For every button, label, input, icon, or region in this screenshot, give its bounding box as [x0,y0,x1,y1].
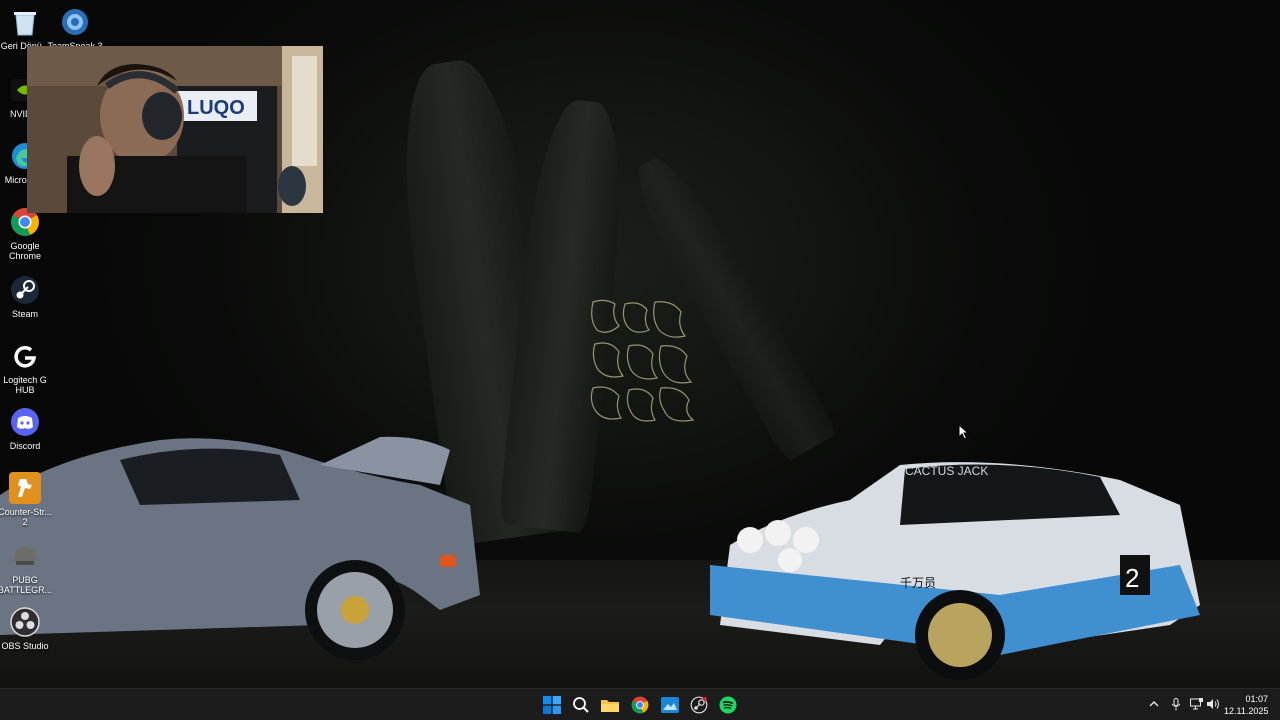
microphone-icon[interactable] [1169,697,1183,711]
start-button[interactable] [540,693,564,717]
recycle-bin-icon [9,6,41,38]
mouse-cursor [958,424,970,440]
desktop-icon-label: Discord [9,441,41,451]
pubg-icon [9,540,41,572]
spotify-taskbar-button[interactable] [716,693,740,717]
taskbar: 01:07 12.11.2025 [0,688,1280,720]
desktop-icon-chrome[interactable]: Google Chrome [0,206,50,261]
desktop-icon-label: OBS Studio [1,641,49,651]
steam-icon [690,696,708,714]
desktop-icon-counter-strike[interactable]: Counter-Str... 2 [0,472,52,527]
file-explorer-button[interactable] [598,693,622,717]
app-taskbar-button[interactable] [658,693,682,717]
folder-icon [601,700,619,712]
spotify-icon [719,696,737,714]
desktop-icon-label: PUBG BATTLEGR... [0,575,53,595]
desktop-icon-teamspeak[interactable]: TeamSpeak 3 [47,6,103,51]
desktop-icon-steam[interactable]: Steam [0,274,50,319]
clock-time: 01:07 [1245,694,1268,704]
wallpaper-car-right: CACTUS JACK 2 千万员 [710,462,1200,680]
network-icon[interactable] [1189,697,1203,711]
search-button[interactable] [569,693,593,717]
car-windshield-text: CACTUS JACK [905,464,988,478]
webcam-overlay: LUQO [27,46,323,213]
desktop-icon-discord[interactable]: Discord [0,406,50,451]
car-door-number: 2 [1125,563,1139,593]
chrome-taskbar-button[interactable] [628,693,652,717]
svg-text:LUQO: LUQO [187,97,245,119]
discord-icon [9,406,41,438]
desktop-icon-obs[interactable]: OBS Studio [0,606,50,651]
chrome-icon [631,696,649,714]
volume-icon[interactable] [1206,697,1220,711]
wallpaper-logo [590,299,695,422]
desktop-icon-label: Google Chrome [8,241,41,261]
desktop-icon-label: Counter-Str... 2 [0,507,52,527]
desktop-icon-pubg[interactable]: PUBG BATTLEGR... [0,540,52,595]
steam-icon [9,274,41,306]
windows-icon [543,696,561,714]
taskbar-clock[interactable]: 01:07 12.11.2025 [1224,693,1268,717]
search-icon [573,697,589,713]
wallpaper-car-left [0,436,480,660]
desktop-icon-logitech[interactable]: Logitech G HUB [0,340,50,395]
steam-taskbar-button[interactable] [687,693,711,717]
tray-overflow-chevron-icon[interactable] [1147,697,1161,711]
desktop-icon-label: Steam [11,309,38,319]
obs-icon [9,606,41,638]
counter-strike-icon [9,472,41,504]
desktop-icon-label: Logitech G HUB [3,375,47,395]
desktop-icon-recycle-bin[interactable]: Geri Dönü... [0,6,50,51]
clock-date: 12.11.2025 [1224,706,1269,716]
car-side-text: 千万员 [900,576,936,590]
teamspeak-icon [59,6,91,38]
photos-icon [661,697,679,713]
desktop-background: CACTUS JACK 2 千万员 Geri Dönü... TeamSpeak… [0,0,1280,688]
logitech-icon [9,340,41,372]
